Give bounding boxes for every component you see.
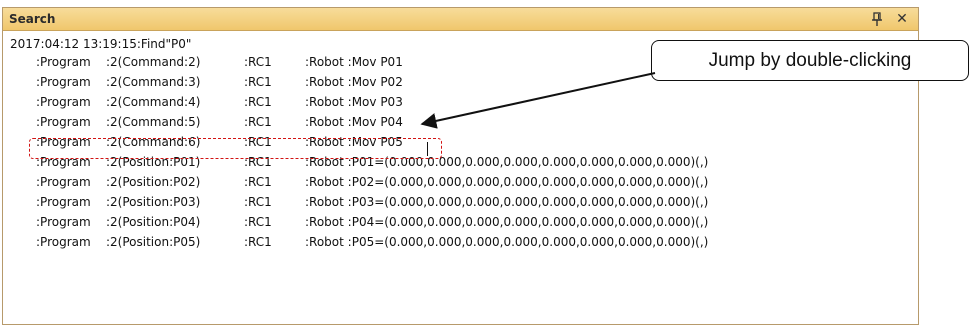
result-content: :Robot :P04=(0.000,0.000,0.000,0.000,0.0… (305, 215, 709, 230)
result-location: :2(Position:P05) (106, 235, 201, 250)
result-robot: :RC1 (244, 114, 272, 129)
panel-title: Search (9, 12, 56, 26)
result-content: :Robot :Mov P04 (305, 114, 403, 129)
result-location: :2(Command:2) (106, 54, 201, 69)
result-location: :2(Command:5) (106, 114, 201, 129)
result-location: :2(Position:P03) (106, 195, 201, 210)
result-location: :2(Position:P02) (106, 175, 201, 190)
callout-text: Jump by double-clicking (708, 49, 912, 71)
panel-titlebar: Search ✕ (3, 8, 918, 31)
result-type: :Program (36, 54, 91, 69)
result-content: :Robot :Mov P03 (305, 94, 403, 109)
text-caret (427, 142, 428, 156)
result-robot: :RC1 (244, 195, 272, 210)
result-content: :Robot :P02=(0.000,0.000,0.000,0.000,0.0… (305, 175, 709, 190)
result-location: :2(Position:P04) (106, 215, 201, 230)
result-type: :Program (36, 74, 91, 89)
result-content: :Robot :P05=(0.000,0.000,0.000,0.000,0.0… (305, 235, 709, 250)
result-robot: :RC1 (244, 94, 272, 109)
result-robot: :RC1 (244, 215, 272, 230)
pin-icon[interactable] (870, 11, 884, 27)
result-row[interactable]: :Program :2(Position:P03) :RC1 :Robot :P03=… (3, 194, 903, 210)
result-location: :2(Command:3) (106, 74, 201, 89)
result-robot: :RC1 (244, 235, 272, 250)
result-content: :Robot :P03=(0.000,0.000,0.000,0.000,0.0… (305, 195, 709, 210)
result-type: :Program (36, 175, 91, 190)
result-location: :2(Command:4) (106, 94, 201, 109)
result-type: :Program (36, 235, 91, 250)
result-row[interactable]: :Program :2(Command:4) :RC1 :Robot :Mov P03 (3, 94, 903, 110)
result-type: :Program (36, 94, 91, 109)
result-row[interactable]: :Program :2(Command:5) :RC1 :Robot :Mov P04 (3, 114, 903, 130)
result-type: :Program (36, 215, 91, 230)
result-row[interactable]: :Program :2(Position:P04) :RC1 :Robot :P04=… (3, 214, 903, 230)
result-row[interactable]: :Program :2(Position:P05) :RC1 :Robot :P05=… (3, 234, 903, 250)
result-content: :Robot :Mov P01 (305, 54, 403, 69)
callout-box: Jump by double-clicking (651, 40, 969, 81)
search-header-line: 2017:04:12 13:19:15:Find"P0" (10, 37, 192, 51)
result-robot: :RC1 (244, 54, 272, 69)
result-content: :Robot :Mov P02 (305, 74, 403, 89)
result-robot: :RC1 (244, 175, 272, 190)
highlight-box (29, 138, 442, 159)
close-icon[interactable]: ✕ (895, 11, 909, 27)
result-type: :Program (36, 114, 91, 129)
result-robot: :RC1 (244, 74, 272, 89)
result-row[interactable]: :Program :2(Position:P02) :RC1 :Robot :P02=… (3, 174, 903, 190)
result-type: :Program (36, 195, 91, 210)
